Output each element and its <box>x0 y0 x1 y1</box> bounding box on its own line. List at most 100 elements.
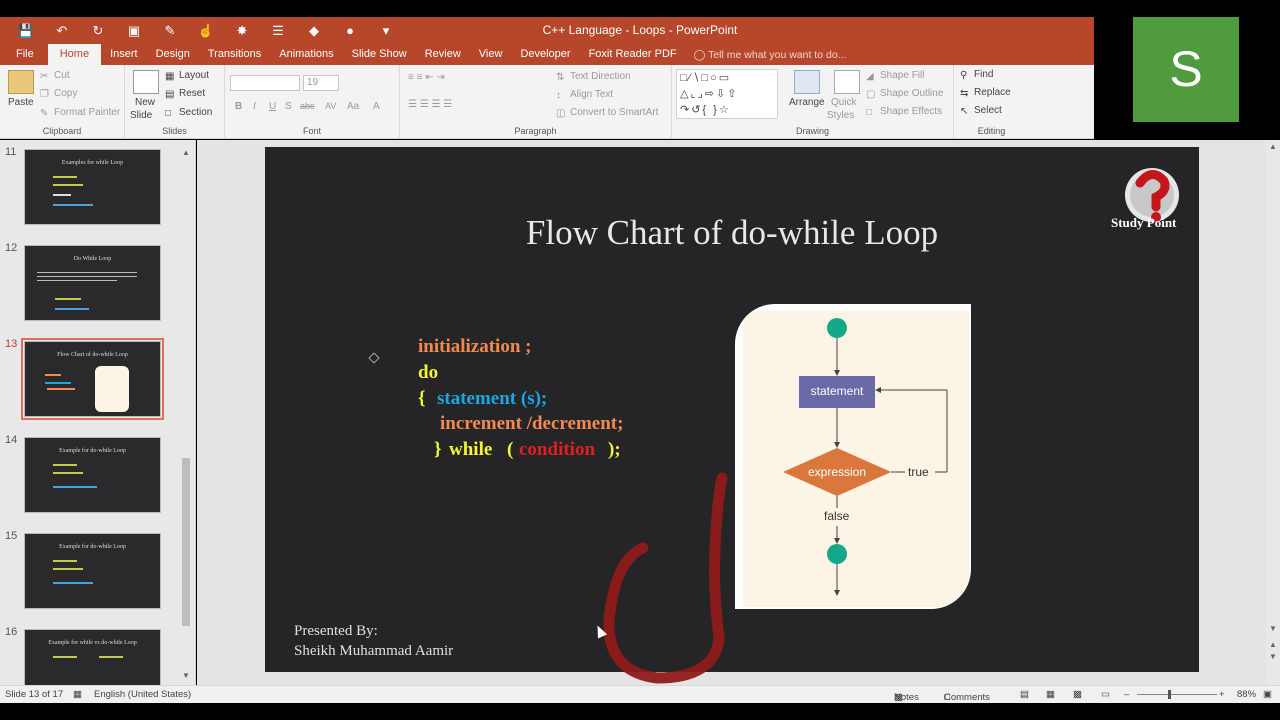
slide-thumbnail-15[interactable]: Example for do-while Loop <box>24 533 161 609</box>
shapes-gallery[interactable]: □∕∖□○▭ △⌞⌟⇨⇩⇧ ↷↺{ }☆ <box>676 69 778 119</box>
tab-review[interactable]: Review <box>416 44 470 65</box>
align-text-button[interactable]: ↕ Align Text <box>556 89 613 101</box>
canvas-scrollbar[interactable]: ▲ ▼ ▲ ▼ <box>1266 140 1280 685</box>
pen-icon[interactable]: ✎ <box>152 21 188 40</box>
code-line-increment[interactable]: increment /decrement; <box>440 413 623 435</box>
scroll-down-icon[interactable]: ▼ <box>1269 624 1277 633</box>
scroll-up-icon[interactable]: ▲ <box>1269 142 1277 151</box>
tab-developer[interactable]: Developer <box>511 44 579 65</box>
brush-icon[interactable]: ✸ <box>224 21 260 40</box>
scroll-down-icon[interactable]: ▼ <box>182 671 190 680</box>
redo-icon[interactable]: ↻ <box>80 21 116 40</box>
smartart-button[interactable]: ◫ Convert to SmartArt <box>556 107 658 119</box>
zoom-slider[interactable] <box>1137 694 1217 695</box>
customize-icon[interactable]: ▾ <box>368 21 404 40</box>
tab-transitions[interactable]: Transitions <box>199 44 270 65</box>
paste-button[interactable]: Paste <box>8 97 34 108</box>
undo-icon[interactable]: ↶ <box>44 21 80 40</box>
thumb-line <box>53 656 77 658</box>
layout-button[interactable]: ▦ Layout <box>165 70 209 82</box>
code-line-statement[interactable]: statement (s); <box>437 388 547 410</box>
presented-by-label[interactable]: Presented By: <box>294 623 378 640</box>
normal-view-icon[interactable]: ▤ <box>1020 689 1029 700</box>
color-icon[interactable]: ● <box>332 21 368 40</box>
code-line-initialization[interactable]: initialization ; <box>418 336 531 358</box>
prev-slide-icon[interactable]: ▲ <box>1269 640 1277 649</box>
arrange-button[interactable]: Arrange <box>789 97 825 108</box>
tab-slide-show[interactable]: Slide Show <box>343 44 416 65</box>
zoom-level[interactable]: 88% <box>1237 689 1256 700</box>
quick-styles-button[interactable]: Quick <box>831 97 857 108</box>
new-slide-button[interactable]: New <box>135 97 155 108</box>
find-button[interactable]: ⚲ Find <box>960 69 993 81</box>
tab-file[interactable]: File <box>0 44 48 65</box>
tell-me-box[interactable]: ◯ Tell me what you want to do... <box>686 45 847 65</box>
shape-fill-button[interactable]: ◢ Shape Fill <box>866 70 924 82</box>
tab-foxit[interactable]: Foxit Reader PDF <box>580 44 686 65</box>
fit-slide-icon[interactable]: ▣ <box>1263 689 1272 700</box>
participant-avatar-s[interactable]: S <box>1133 17 1239 122</box>
slide-thumbnail-12[interactable]: Do While Loop <box>24 245 161 321</box>
tab-home[interactable]: Home <box>47 44 102 65</box>
cut-button[interactable]: ✂ Cut <box>40 70 70 82</box>
eraser-icon[interactable]: ◆ <box>296 21 332 40</box>
slide-thumbnail-11[interactable]: Examples for while Loop <box>24 149 161 225</box>
slide-thumbnail-16[interactable]: Example for while vs do-while Loop <box>24 629 161 685</box>
author-name[interactable]: Sheikh Muhammad Aamir <box>294 643 453 660</box>
strikethrough-button[interactable]: abc <box>300 101 315 111</box>
text-direction-button[interactable]: ⇅ Text Direction <box>556 71 631 83</box>
shape-outline-button[interactable]: ▢ Shape Outline <box>866 88 943 100</box>
slide-thumbnail-13[interactable]: Flow Chart of do-while Loop <box>24 341 161 417</box>
shape-effects-button[interactable]: □ Shape Effects <box>866 106 942 118</box>
tab-design[interactable]: Design <box>147 44 199 65</box>
select-button[interactable]: ↖ Select <box>960 105 1002 117</box>
new-slide-icon[interactable] <box>133 70 159 94</box>
reset-button[interactable]: ▤ Reset <box>165 88 205 100</box>
font-size-box[interactable]: 19 <box>303 75 339 91</box>
copy-button[interactable]: ❐ Copy <box>40 88 77 100</box>
font-color-button[interactable]: A <box>373 101 380 112</box>
zoom-out-icon[interactable]: – <box>1124 689 1129 700</box>
language-indicator[interactable]: English (United States) <box>94 689 191 700</box>
section-button[interactable]: □ Section <box>165 107 212 119</box>
spellcheck-icon[interactable]: ▦ <box>73 689 82 700</box>
code-condition[interactable]: condition <box>519 439 595 461</box>
replace-button[interactable]: ⇆ Replace <box>960 87 1011 99</box>
next-slide-icon[interactable]: ▼ <box>1269 652 1277 661</box>
code-while-keyword[interactable]: while <box>449 439 492 461</box>
font-family-box[interactable] <box>230 75 300 91</box>
slide-sorter-icon[interactable]: ▦ <box>1046 689 1055 700</box>
shadow-button[interactable]: S <box>285 101 292 112</box>
align-icon[interactable]: ☰ ☰ ☰ ☰ <box>408 99 452 110</box>
list-icon[interactable]: ☰ <box>260 21 296 40</box>
flowchart-image[interactable]: statement expression true false <box>735 304 971 609</box>
touch-icon[interactable]: ☝ <box>188 21 224 40</box>
scroll-up-icon[interactable]: ▲ <box>182 148 190 157</box>
tab-animations[interactable]: Animations <box>270 44 342 65</box>
quick-styles-icon[interactable] <box>834 70 860 94</box>
change-case-button[interactable]: Aa <box>347 101 359 112</box>
zoom-in-icon[interactable]: + <box>1219 689 1225 700</box>
arrange-icon[interactable] <box>794 70 820 94</box>
slideshow-view-icon[interactable]: ▭ <box>1101 689 1110 700</box>
code-line-do[interactable]: do <box>418 362 438 384</box>
bullets-icon[interactable]: ≡ ≡ ⇤ ⇥ <box>408 72 445 83</box>
thumbnails-scrollbar[interactable]: ▲ ▼ <box>180 148 192 680</box>
bold-button[interactable]: B <box>235 101 242 112</box>
quick-styles-button-2[interactable]: Styles <box>827 110 854 121</box>
paste-icon[interactable] <box>8 70 34 94</box>
zoom-slider-thumb[interactable] <box>1168 690 1171 699</box>
format-painter-button[interactable]: ✎ Format Painter <box>40 107 120 119</box>
tab-insert[interactable]: Insert <box>101 44 147 65</box>
char-spacing-button[interactable]: AV <box>325 101 336 111</box>
slide-title[interactable]: Flow Chart of do-while Loop <box>265 213 1199 253</box>
tab-view[interactable]: View <box>470 44 512 65</box>
italic-button[interactable]: I <box>253 101 256 112</box>
underline-button[interactable]: U <box>269 101 276 112</box>
scrollbar-thumb[interactable] <box>182 458 190 626</box>
reading-view-icon[interactable]: ▩ <box>1073 689 1082 700</box>
present-icon[interactable]: ▣ <box>116 21 152 40</box>
slide-thumbnail-14[interactable]: Example for do-while Loop <box>24 437 161 513</box>
new-slide-button-2[interactable]: Slide <box>130 110 152 121</box>
save-icon[interactable]: 💾 <box>8 21 44 40</box>
